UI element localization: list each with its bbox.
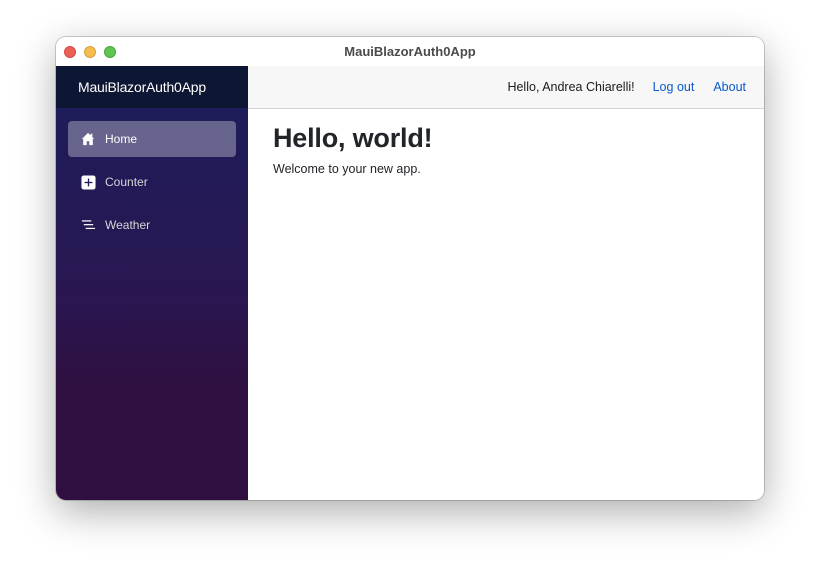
brand-link[interactable]: MauiBlazorAuth0App [78,79,206,95]
sidebar: MauiBlazorAuth0App Home Counter Weather [56,66,248,500]
nav-menu: Home Counter Weather [56,108,248,243]
sidebar-item-label: Weather [105,218,151,232]
sidebar-item-label: Counter [105,175,148,189]
sidebar-header: MauiBlazorAuth0App [56,66,248,108]
sidebar-item-label: Home [105,132,138,146]
list-nested-icon [80,217,96,233]
main-area: Hello, Andrea Chiarelli! Log out About H… [248,66,764,500]
page-content: Hello, world! Welcome to your new app. [248,109,764,190]
user-greeting: Hello, Andrea Chiarelli! [507,80,635,94]
app-window: MauiBlazorAuth0App MauiBlazorAuth0App Ho… [56,37,764,500]
window-title: MauiBlazorAuth0App [344,44,476,59]
page-title: Hello, world! [273,123,433,153]
sidebar-item-home[interactable]: Home [68,121,236,157]
sidebar-item-weather[interactable]: Weather [68,207,236,243]
top-row: Hello, Andrea Chiarelli! Log out About [248,66,764,109]
house-icon [80,131,96,147]
welcome-text: Welcome to your new app. [273,162,421,176]
logout-link[interactable]: Log out [653,80,695,94]
sidebar-item-counter[interactable]: Counter [68,164,236,200]
title-bar: MauiBlazorAuth0App [56,37,764,66]
plus-square-icon [80,174,96,190]
about-link[interactable]: About [713,80,746,94]
